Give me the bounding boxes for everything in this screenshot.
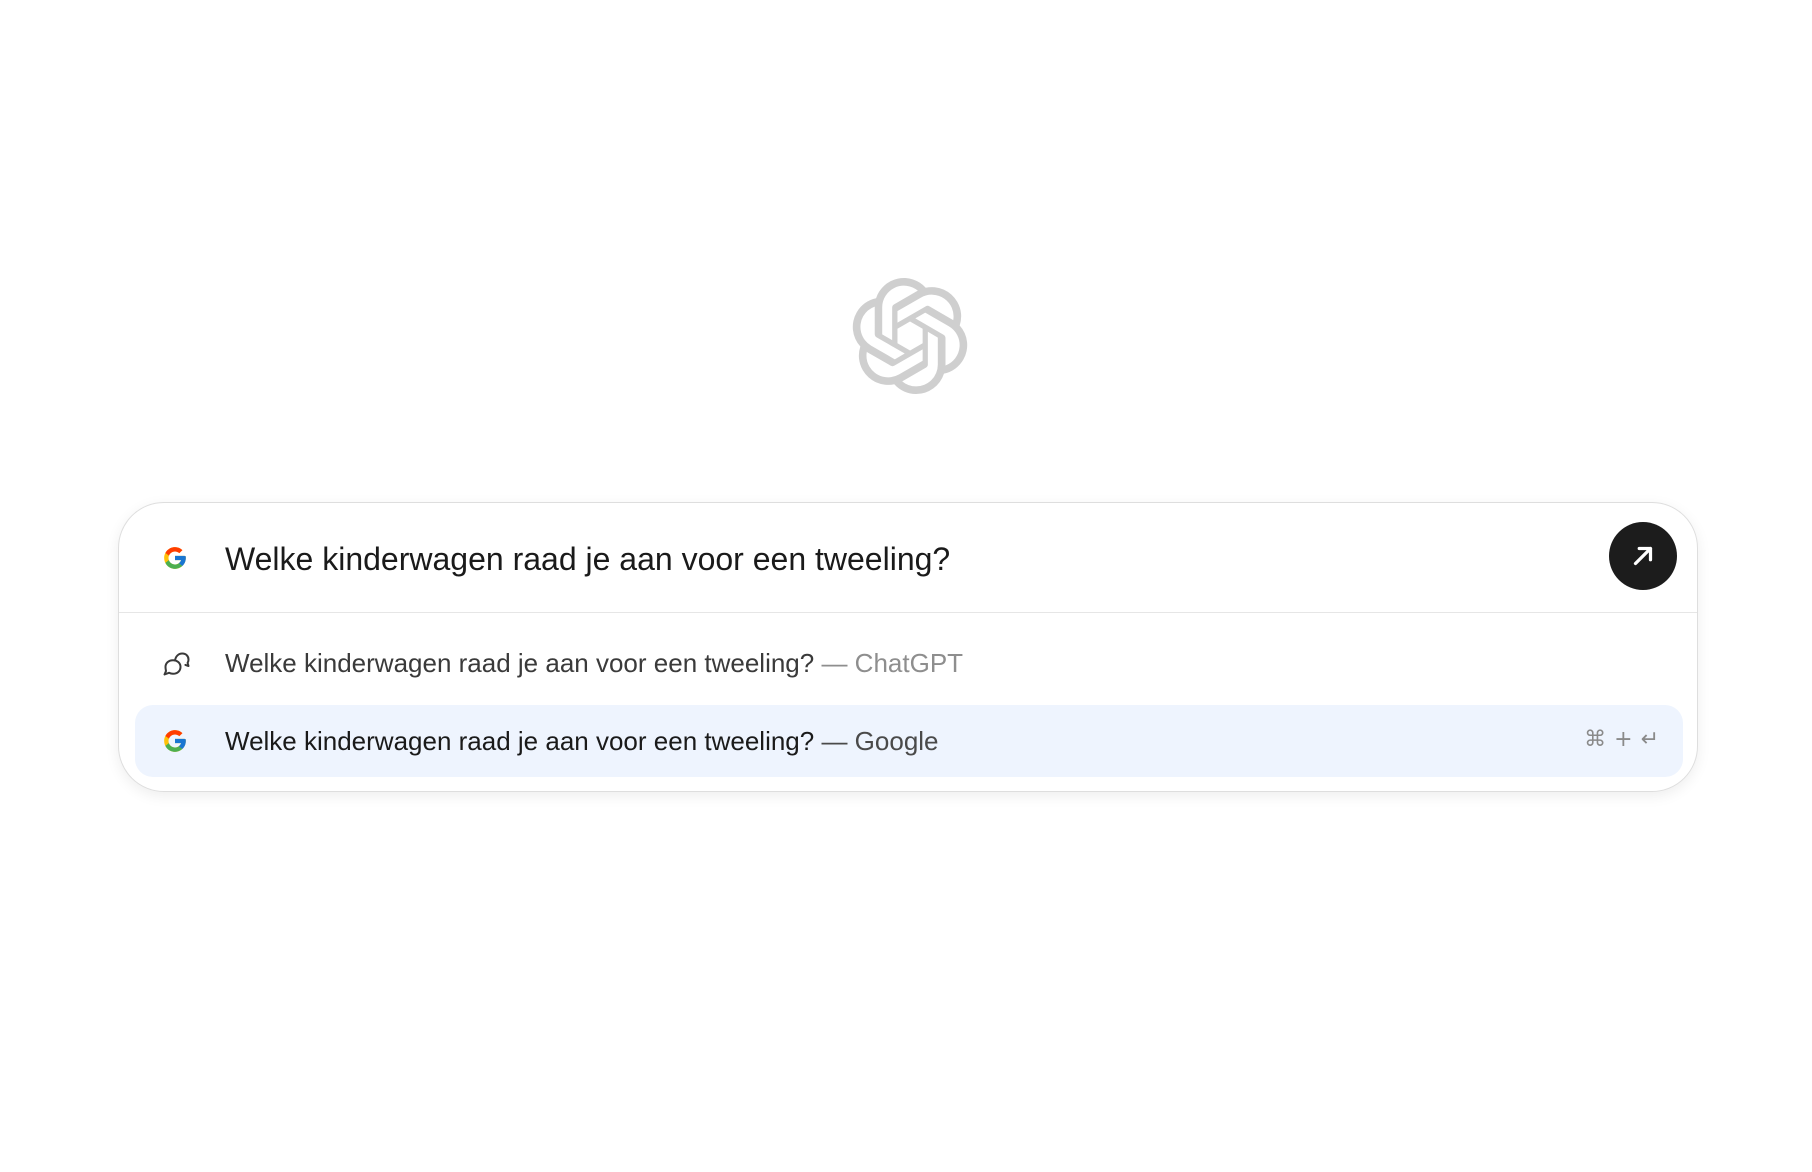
- keyboard-shortcut: ⌘ + ↵: [1584, 727, 1659, 752]
- chat-bubbles-icon: [163, 652, 190, 676]
- suggestion-query: Welke kinderwagen raad je aan voor een t…: [225, 726, 815, 756]
- search-input[interactable]: [225, 531, 1505, 587]
- suggestion-text: Welke kinderwagen raad je aan voor een t…: [225, 725, 939, 757]
- suggestion-source: — Google: [814, 726, 939, 756]
- command-key-icon: ⌘: [1584, 727, 1607, 752]
- suggestion-chatgpt[interactable]: Welke kinderwagen raad je aan voor een t…: [135, 627, 1683, 699]
- openai-logo-icon: [852, 278, 968, 394]
- submit-button[interactable]: [1609, 522, 1677, 590]
- suggestion-source: — ChatGPT: [814, 648, 964, 678]
- suggestion-query: Welke kinderwagen raad je aan voor een t…: [225, 648, 815, 678]
- search-panel: Welke kinderwagen raad je aan voor een t…: [118, 502, 1698, 792]
- suggestion-google[interactable]: Welke kinderwagen raad je aan voor een t…: [135, 705, 1683, 777]
- google-g-icon: [164, 547, 186, 569]
- search-input-row: [119, 503, 1697, 613]
- return-key-icon: ↵: [1640, 727, 1659, 752]
- shortcut-plus: +: [1614, 727, 1633, 752]
- suggestion-text: Welke kinderwagen raad je aan voor een t…: [225, 647, 963, 679]
- google-g-icon: [164, 730, 186, 752]
- arrow-up-right-icon: [1633, 546, 1653, 566]
